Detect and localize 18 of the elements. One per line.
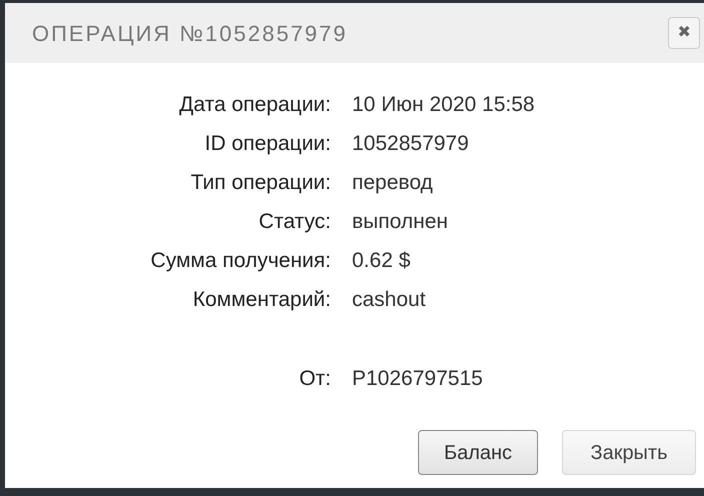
field-value: cashout xyxy=(352,286,426,313)
field-value: 10 Июн 2020 15:58 xyxy=(352,92,535,118)
field-value: 0.62 $ xyxy=(352,248,410,274)
field-value: P1026797515 xyxy=(352,366,483,392)
dialog-title: ОПЕРАЦИЯ №1052857979 xyxy=(32,20,348,48)
dialog-button[interactable]: Баланс xyxy=(418,430,538,475)
close-button[interactable]: ✖ xyxy=(668,17,700,49)
field-value: выполнен xyxy=(352,208,448,235)
field-label: Сумма получения: xyxy=(150,248,331,274)
field-value: перевод xyxy=(352,170,433,196)
field-label: Комментарий: xyxy=(192,286,331,313)
dialog-button[interactable]: Закрыть xyxy=(562,430,696,475)
field-label: Статус: xyxy=(258,208,331,235)
field-label: ID операции: xyxy=(204,130,331,157)
field-label: Дата операции: xyxy=(178,92,331,118)
field-label: От: xyxy=(298,366,331,392)
field-label: Тип операции: xyxy=(190,170,331,196)
field-value: 1052857979 xyxy=(352,130,469,157)
